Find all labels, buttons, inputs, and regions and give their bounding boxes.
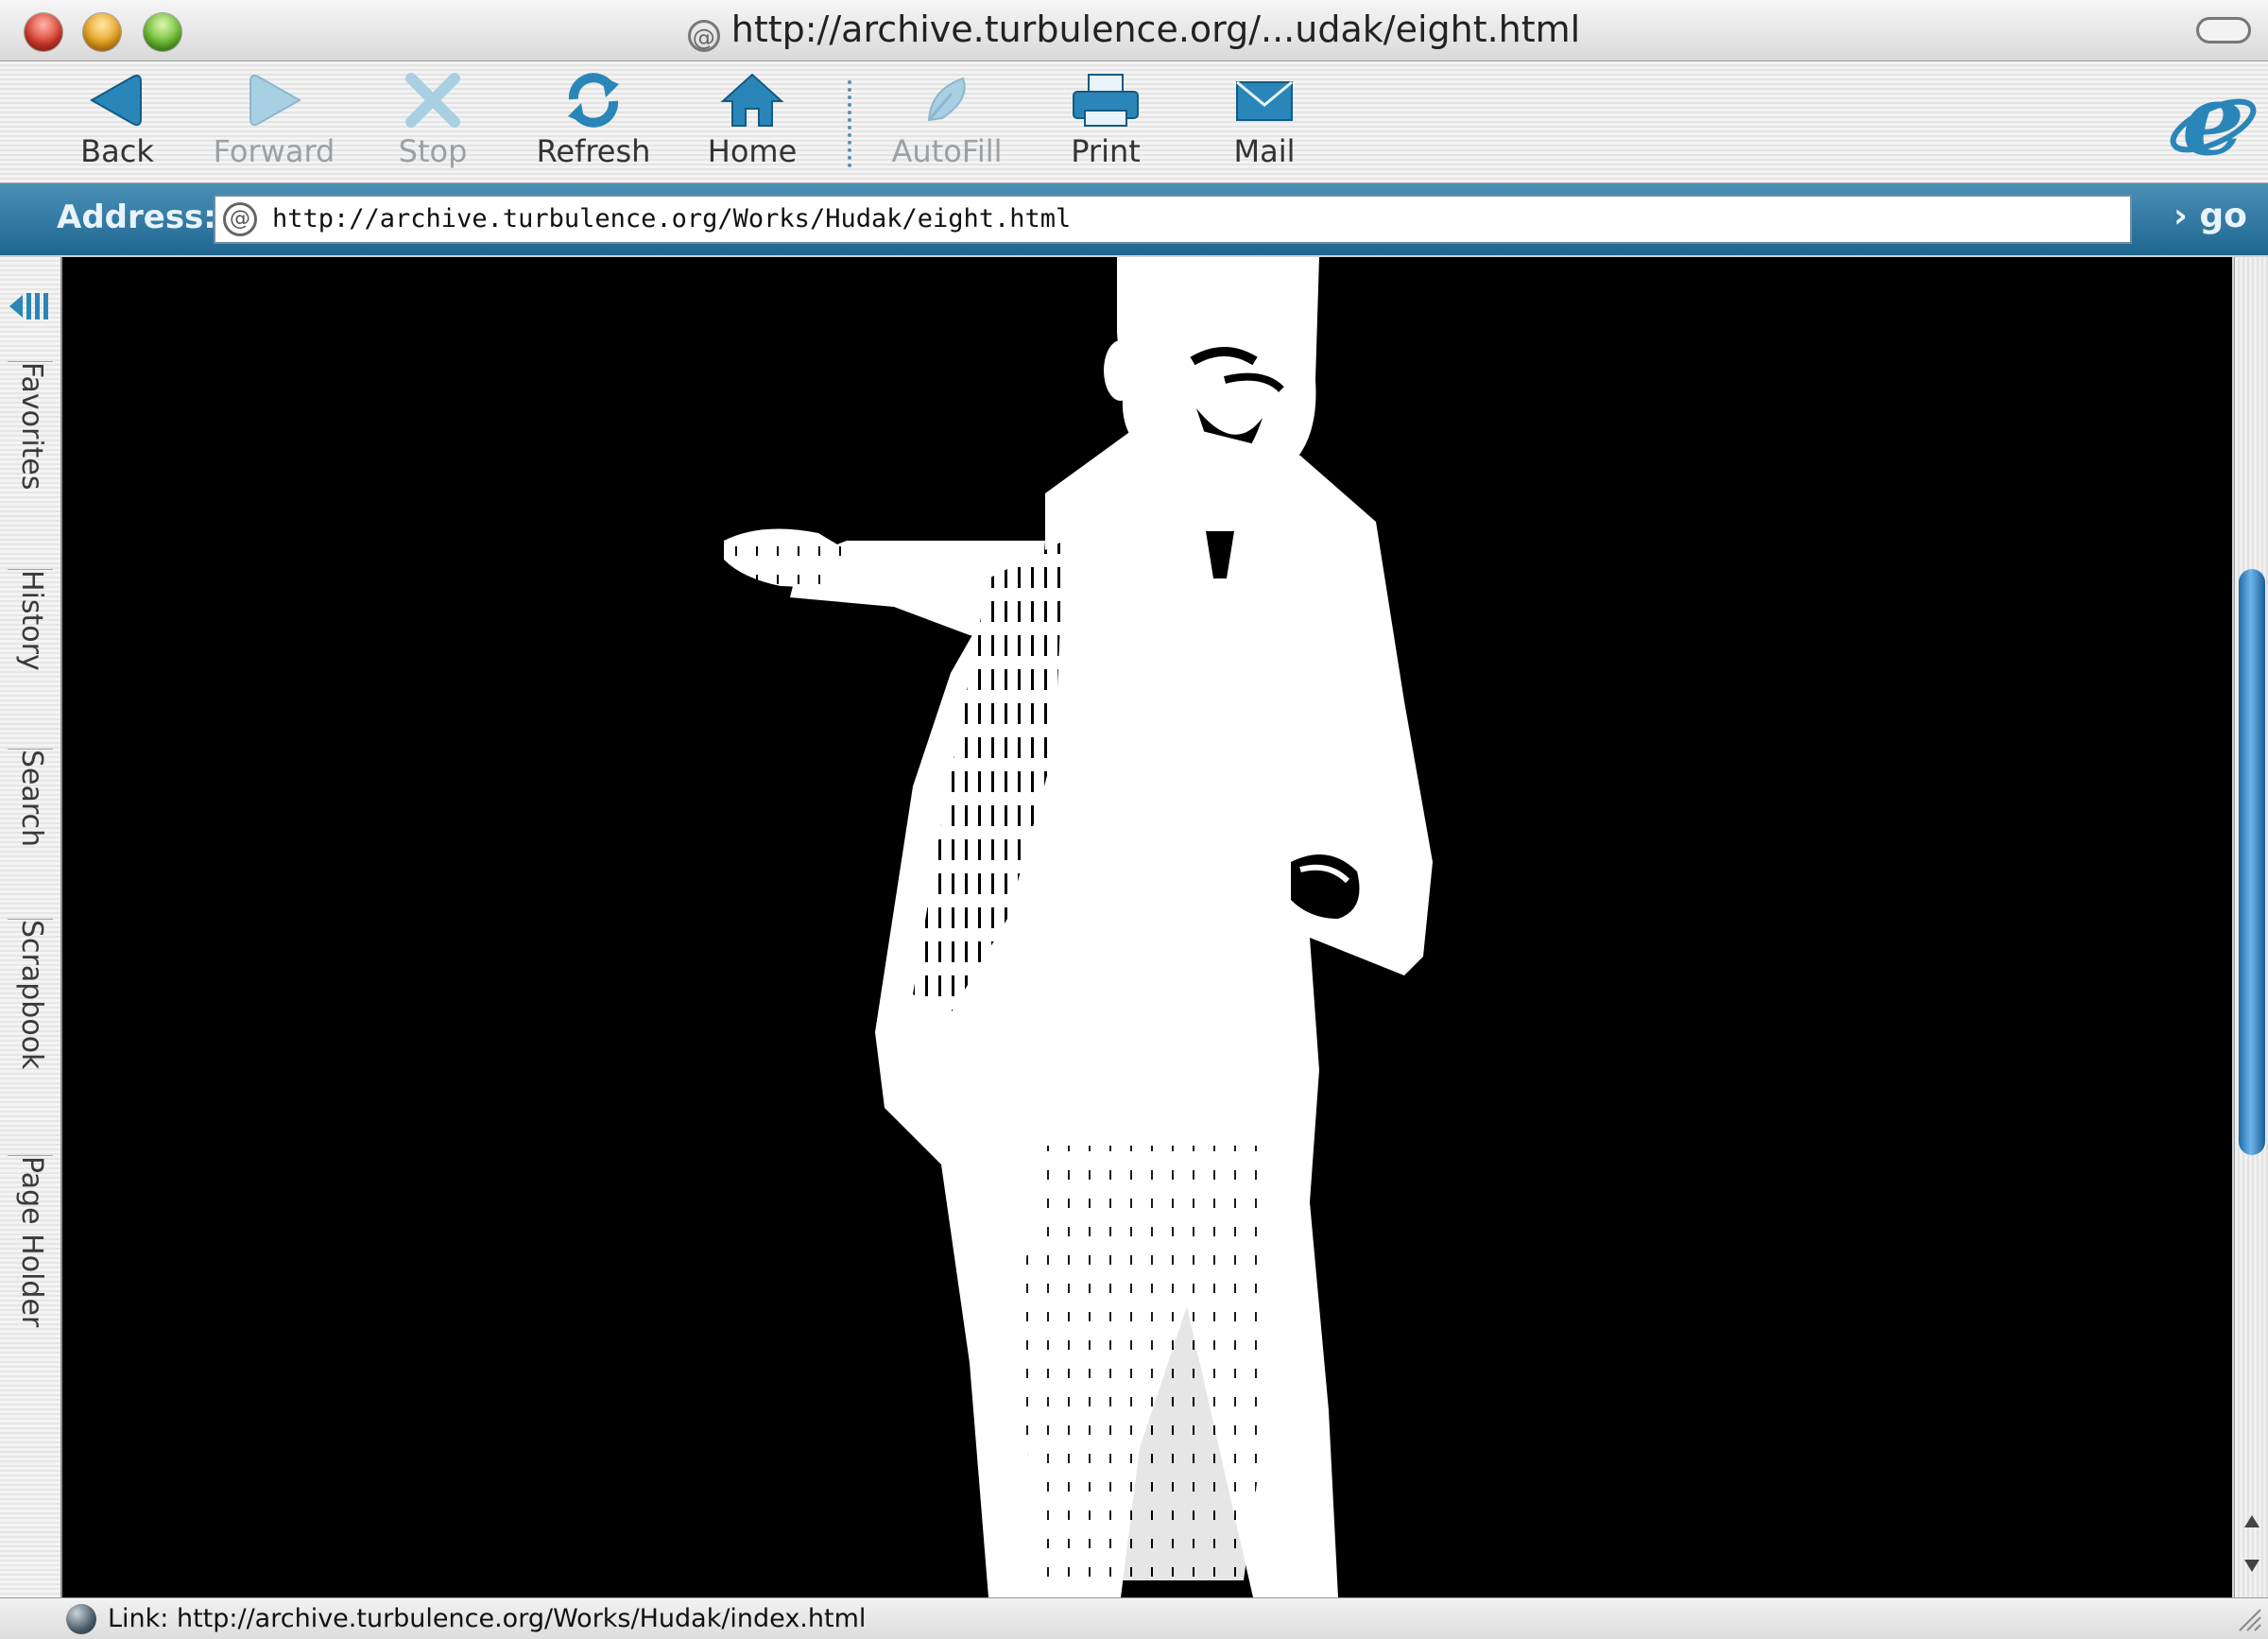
tab-history-label: History xyxy=(15,570,48,671)
toolbar-separator xyxy=(848,80,851,167)
status-bar: Link: http://archive.turbulence.org/Work… xyxy=(0,1597,2268,1639)
stop-button-label: Stop xyxy=(398,133,468,169)
web-page-content xyxy=(62,257,2232,1597)
address-label: Address: xyxy=(57,198,216,236)
at-sign-icon: @ xyxy=(687,20,720,52)
window-title-text: http://archive.turbulence.org/...udak/ei… xyxy=(730,9,1581,50)
mail-button-label: Mail xyxy=(1233,133,1296,169)
explorer-bar: Favorites History Search Scrapbook Page … xyxy=(0,257,62,1597)
scrollbar-thumb[interactable] xyxy=(2239,569,2265,1155)
tab-favorites-label: Favorites xyxy=(15,362,48,491)
forward-arrow-icon xyxy=(249,74,302,127)
window-title: @ http://archive.turbulence.org/...udak/e… xyxy=(0,8,2268,52)
autofill-button-label: AutoFill xyxy=(891,133,1003,169)
refresh-icon xyxy=(568,73,619,128)
tab-scrapbook-label: Scrapbook xyxy=(15,920,48,1070)
tab-page-holder[interactable]: Page Holder xyxy=(8,1155,53,1383)
resize-grip-icon[interactable] xyxy=(2236,1606,2262,1632)
mail-button[interactable]: Mail xyxy=(1189,71,1340,177)
forward-button[interactable]: Forward xyxy=(198,71,350,177)
autofill-button[interactable]: AutoFill xyxy=(871,71,1022,177)
print-icon xyxy=(1073,74,1139,127)
forward-button-label: Forward xyxy=(213,133,335,169)
stop-button[interactable]: Stop xyxy=(357,71,508,177)
figure-silhouette-image[interactable] xyxy=(62,257,2232,1597)
at-sign-icon: @ xyxy=(223,202,257,236)
address-input[interactable]: @ http://archive.turbulence.org/Works/Hu… xyxy=(214,195,2132,244)
back-button[interactable]: Back xyxy=(42,71,193,177)
tab-page-holder-label: Page Holder xyxy=(15,1156,48,1328)
home-button[interactable]: Home xyxy=(677,71,828,177)
scroll-down-arrow-icon[interactable] xyxy=(2242,1556,2261,1575)
collapse-explorer-bar-icon[interactable] xyxy=(6,280,55,333)
svg-text:e: e xyxy=(2182,67,2244,178)
mail-icon xyxy=(1236,80,1293,121)
print-button-label: Print xyxy=(1071,133,1141,169)
home-button-label: Home xyxy=(707,133,798,169)
tab-history[interactable]: History xyxy=(8,569,53,740)
home-icon xyxy=(720,73,784,127)
address-bar: Address: @ http://archive.turbulence.org… xyxy=(0,183,2268,255)
tab-scrapbook[interactable]: Scrapbook xyxy=(8,919,53,1137)
tab-search[interactable]: Search xyxy=(8,749,53,910)
refresh-button-label: Refresh xyxy=(536,133,651,169)
tab-favorites[interactable]: Favorites xyxy=(8,361,53,551)
scroll-up-arrow-icon[interactable] xyxy=(2242,1512,2261,1531)
go-button[interactable]: › go xyxy=(2174,197,2247,235)
autofill-icon xyxy=(927,77,966,122)
title-bar[interactable]: @ http://archive.turbulence.org/...udak/e… xyxy=(0,0,2268,61)
vertical-scrollbar[interactable] xyxy=(2234,257,2268,1597)
stop-x-icon xyxy=(405,73,460,128)
tab-search-label: Search xyxy=(15,750,48,848)
address-url[interactable]: http://archive.turbulence.org/Works/Huda… xyxy=(272,204,1071,233)
refresh-button[interactable]: Refresh xyxy=(518,71,669,177)
toolbar-toggle-button[interactable] xyxy=(2196,17,2251,43)
back-button-label: Back xyxy=(80,133,154,169)
internet-explorer-e-logo: e xyxy=(2170,67,2257,178)
back-arrow-icon xyxy=(89,74,142,127)
browser-window: @ http://archive.turbulence.org/...udak/e… xyxy=(0,0,2268,1639)
status-text: Link: http://archive.turbulence.org/Work… xyxy=(108,1604,867,1633)
print-button[interactable]: Print xyxy=(1030,71,1181,177)
globe-icon xyxy=(66,1604,96,1634)
toolbar: Back Forward Stop Refresh Home AutoFill … xyxy=(0,61,2268,183)
